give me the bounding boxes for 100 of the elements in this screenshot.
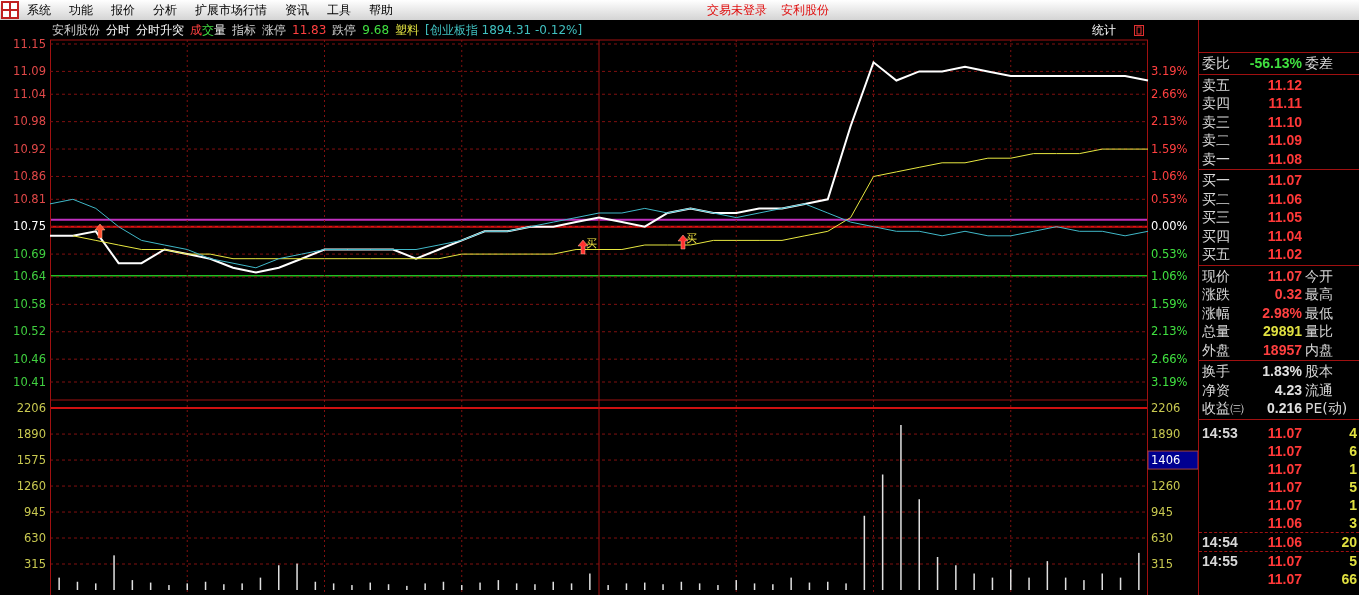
field-label: 涨幅 [1202,303,1231,322]
price-axis-label: 10.98 [13,114,46,129]
trade-time: 14:53 [1202,424,1238,441]
percent-axis-label: 2.13% [1151,114,1188,129]
field-label: PE(动) [1305,399,1348,418]
volume-axis-label: 1890 [1151,426,1181,441]
field-label: 股本 [1305,362,1333,381]
field-value: 2.98% [1261,303,1302,322]
price-axis-label: 10.52 [13,324,46,339]
percent-axis-label: 0.53% [1151,191,1188,206]
volume-axis-label: 630 [24,530,46,545]
trade-volume: 66 [1340,569,1357,588]
ask-price: 11.10 [1266,112,1302,131]
trade-price: 11.07 [1266,495,1302,514]
ask-label: 卖二 [1202,131,1231,150]
info-label: 9.68 [362,23,390,37]
trade-volume: 20 [1340,532,1357,551]
ask-price: 11.08 [1266,149,1302,168]
bid-price: 11.05 [1266,208,1302,227]
trade-price: 11.07 [1266,477,1302,496]
bid-price: 11.07 [1266,171,1302,190]
percent-axis-label: 0.53% [1151,246,1188,261]
trade-time: 14:55 [1202,552,1238,569]
field-value: 0.216 [1265,399,1302,418]
percent-axis-label: 1.06% [1151,269,1188,284]
volume-axis-label: 2206 [1151,400,1181,415]
volume-axis-label: 630 [1151,530,1173,545]
field-label: 今开 [1305,266,1333,285]
trade-volume: 1 [1348,459,1357,478]
trade-price: 11.06 [1266,513,1302,532]
field-value: 0.32 [1273,285,1302,304]
field-label: 内盘 [1305,340,1333,359]
price-axis-label: 10.86 [13,168,46,183]
cursor-value-label: 1406 [1147,450,1199,470]
trade-price: 11.07 [1266,441,1302,460]
trade-volume: 5 [1348,477,1357,496]
volume-axis-label: 1260 [16,478,46,493]
trade-volume: 4 [1348,423,1357,442]
volume-axis-label: 945 [24,504,46,519]
percent-axis-label: 2.66% [1151,351,1188,366]
trade-time: 14:54 [1202,533,1238,550]
bid-price: 11.06 [1266,189,1302,208]
price-axis-label: 10.69 [13,246,46,261]
field-label: 总量 [1202,322,1231,341]
bid-price: 11.02 [1266,245,1302,264]
trade-price: 11.07 [1266,459,1302,478]
volume-axis-label: 315 [24,556,46,571]
volume-axis-label: 315 [1151,556,1173,571]
price-axis-label: 10.92 [13,141,46,156]
field-label: 最低 [1305,303,1333,322]
field-value: 18957 [1262,340,1302,359]
price-axis-label: 10.41 [13,374,46,389]
price-axis-label: 11.09 [13,63,46,78]
percent-axis-label: 0.00% [1151,219,1188,234]
volume-axis-label: 1890 [16,426,46,441]
price-axis-label: 11.04 [13,86,46,101]
info-label: 安利股份 [52,21,100,39]
ask-price: 11.11 [1267,94,1302,113]
field-value: 1.83% [1261,362,1302,381]
info-label: 指标 [232,21,256,39]
percent-axis-label: 1.59% [1151,141,1188,156]
trade-volume: 3 [1348,513,1357,532]
field-label: 委比 [1202,54,1231,73]
field-label: 委差 [1305,54,1333,73]
bid-label: 买二 [1202,189,1231,208]
field-label: 流通 [1305,380,1333,399]
ask-price: 11.12 [1266,75,1302,94]
price-axis-label: 11.15 [13,36,46,51]
price-axis-label: 10.81 [13,191,46,206]
field-label: 涨跌 [1202,285,1231,304]
bid-label: 买一 [1202,171,1231,190]
bid-label: 买五 [1202,245,1231,264]
percent-axis-label: 1.59% [1151,296,1188,311]
bid-label: 买三 [1202,208,1231,227]
volume-axis-label: 945 [1151,504,1173,519]
field-label: 换手 [1202,362,1231,381]
price-axis-label: 10.46 [13,351,46,366]
info-label: 分时 [106,21,130,39]
info-label: 11.83 [292,23,327,37]
ask-label: 卖一 [1202,149,1231,168]
percent-axis-label: 2.66% [1151,86,1188,101]
bid-price: 11.04 [1266,226,1302,245]
trade-volume: 5 [1348,551,1357,570]
info-label: 塑料 [395,21,420,39]
field-value: 4.23 [1273,380,1302,399]
info-label: [创业板指 1894.31 -0.12%] [425,21,583,39]
field-label: 收益㈢ [1202,399,1245,418]
percent-axis-label: 1.06% [1151,168,1188,183]
info-label: 跌停 [332,21,357,39]
status-text: 安利股份 [781,1,829,19]
price-axis-label: 10.58 [13,296,46,311]
trade-price: 11.07 [1266,569,1302,588]
field-label: 量比 [1305,322,1333,341]
price-axis-label: 10.64 [13,269,46,284]
ask-label: 卖三 [1202,112,1231,131]
percent-axis-label: 2.13% [1151,324,1188,339]
field-label: 最高 [1305,285,1333,304]
trade-price: 11.06 [1266,532,1302,551]
bid-label: 买四 [1202,226,1231,245]
volume-axis-label: 2206 [16,400,46,415]
